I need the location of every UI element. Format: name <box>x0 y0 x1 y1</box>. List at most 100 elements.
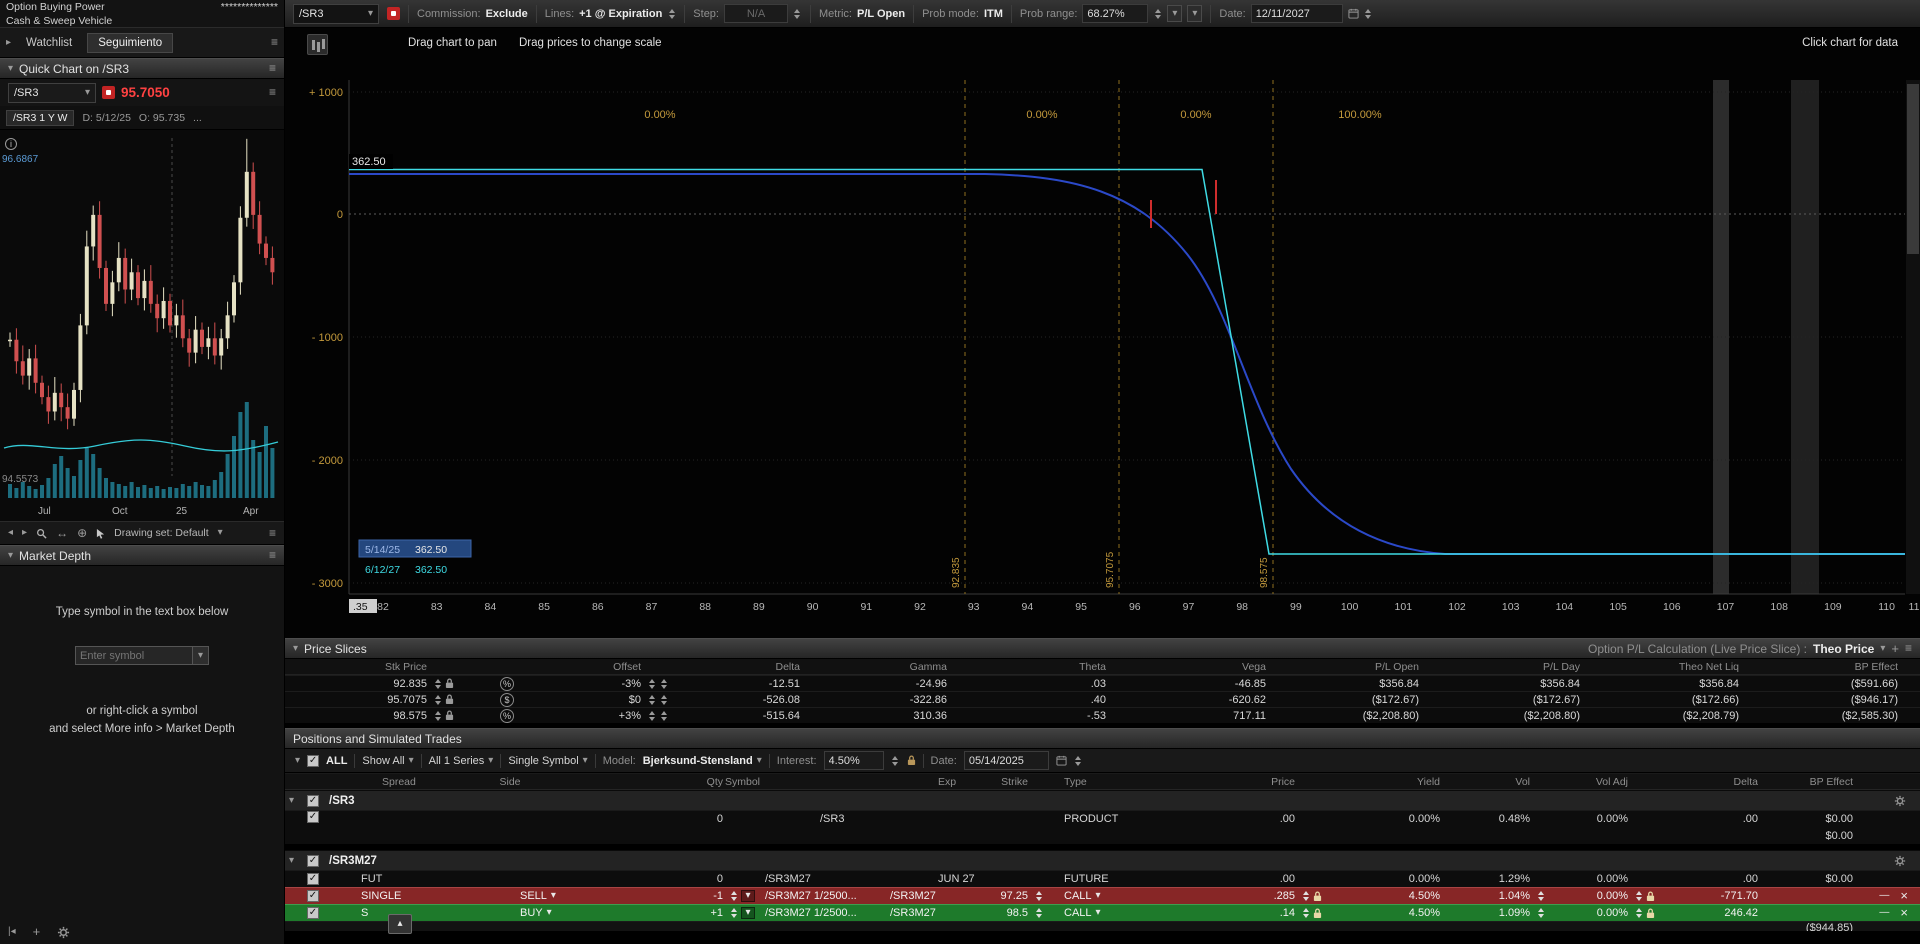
stepper-icon[interactable] <box>647 679 656 689</box>
minimize-trade-button[interactable] <box>1879 891 1889 901</box>
cell-strike[interactable]: 98.5 <box>980 907 1030 919</box>
dock-panel-icon[interactable] <box>8 927 16 937</box>
slice-price[interactable]: 92.835 <box>285 678 429 690</box>
remove-trade-button[interactable] <box>1900 889 1908 903</box>
remove-trade-button[interactable] <box>1900 906 1908 920</box>
metric-value[interactable]: P/L Open <box>857 8 905 20</box>
cell-type[interactable]: CALL <box>1052 890 1172 902</box>
cell-qty[interactable]: -1 <box>575 890 725 902</box>
symbol-select[interactable]: /SR3 <box>293 4 379 24</box>
row-checkbox[interactable] <box>307 907 319 919</box>
stepper-icon[interactable] <box>667 9 676 19</box>
prob-range-dropdown-button[interactable] <box>1167 5 1182 22</box>
stepper-icon[interactable] <box>647 711 656 721</box>
cell-option-desc[interactable]: /SR3M27 1/2500... <box>765 890 890 902</box>
cell-side[interactable]: BUY <box>445 907 575 919</box>
show-all-select[interactable]: Show All <box>362 755 413 767</box>
quickchart-menu-icon[interactable] <box>269 62 276 75</box>
cell-option-desc[interactable]: /SR3M27 1/2500... <box>765 907 890 919</box>
position-group-row[interactable]: /SR3M27 <box>285 850 1920 870</box>
cell-qty[interactable]: +1 <box>575 907 725 919</box>
slice-price[interactable]: 95.7075 <box>285 694 429 706</box>
symbol-mode-select[interactable]: Single Symbol <box>508 755 587 767</box>
cell-vol-adj[interactable]: 0.00% <box>1550 890 1630 902</box>
mini-chart[interactable]: 96.6867 94.5573 <box>0 130 284 505</box>
tab-seguimiento[interactable]: Seguimiento <box>87 33 173 53</box>
position-group-row[interactable]: /SR3 <box>285 790 1920 810</box>
stepper-icon[interactable] <box>793 9 802 19</box>
slice-offset[interactable]: -3% <box>530 678 643 690</box>
stepper-icon[interactable] <box>1034 891 1043 901</box>
drawing-set-label[interactable]: Drawing set: Default <box>114 527 209 539</box>
quickchart-settings-icon[interactable] <box>269 86 276 99</box>
price-slices-collapse-icon[interactable] <box>293 644 298 654</box>
slice-offset[interactable]: $0 <box>530 694 643 706</box>
slices-menu-icon[interactable] <box>1905 642 1912 655</box>
drawing-set-dropdown-icon[interactable] <box>218 528 223 538</box>
fit-width-icon[interactable] <box>56 527 68 540</box>
stepper-icon[interactable] <box>433 679 442 689</box>
row-checkbox[interactable] <box>307 890 319 902</box>
cell-vol-adj[interactable]: 0.00% <box>1550 907 1630 919</box>
all-checkbox[interactable] <box>307 755 319 767</box>
cursor-icon[interactable] <box>96 528 105 539</box>
group-checkbox[interactable] <box>307 855 319 867</box>
market-depth-menu-icon[interactable] <box>269 549 276 562</box>
prob-mode-value[interactable]: ITM <box>984 8 1003 20</box>
expand-strategy-button[interactable] <box>741 907 755 919</box>
row-checkbox[interactable] <box>307 811 319 823</box>
crosshair-icon[interactable] <box>77 527 87 540</box>
stepper-icon[interactable] <box>1364 9 1373 19</box>
stepper-icon[interactable] <box>1536 891 1545 901</box>
group-collapse-icon[interactable] <box>285 796 307 806</box>
stepper-icon[interactable] <box>1301 908 1310 918</box>
pan-right-icon[interactable] <box>22 528 27 538</box>
quickchart-collapse-icon[interactable] <box>8 64 13 74</box>
info-icon[interactable] <box>5 138 17 150</box>
watchlist-menu-icon[interactable] <box>271 36 278 49</box>
chart-period-tab[interactable]: /SR3 1 Y W <box>6 110 74 126</box>
gear-icon[interactable] <box>1894 855 1906 867</box>
risk-profile-chart[interactable]: + 1000 0 - 1000 - 2000 - 3000 0.00% 0.00… <box>285 28 1920 638</box>
lock-icon[interactable] <box>445 710 454 721</box>
expand-strategy-button[interactable] <box>741 890 755 902</box>
cell-price[interactable]: .285 <box>1172 890 1297 902</box>
step-input[interactable] <box>724 4 788 23</box>
stepper-icon[interactable] <box>729 908 738 918</box>
lock-icon[interactable] <box>1313 891 1322 902</box>
add-slice-button[interactable] <box>1891 642 1899 656</box>
calc-value[interactable]: Theo Price <box>1813 642 1874 656</box>
calendar-icon[interactable] <box>1056 755 1067 766</box>
gear-icon[interactable] <box>57 926 70 939</box>
lock-icon[interactable] <box>445 678 454 689</box>
stepper-icon[interactable] <box>1074 756 1083 766</box>
stepper-icon[interactable] <box>729 891 738 901</box>
offset-mode-chip[interactable]: $ <box>500 693 514 707</box>
stepper-icon[interactable] <box>1536 908 1545 918</box>
chart-scrollbar-thumb[interactable] <box>1907 84 1919 254</box>
series-select[interactable]: All 1 Series <box>429 755 494 767</box>
prob-range-dropdown-button[interactable] <box>1187 5 1202 22</box>
lock-icon[interactable] <box>1646 908 1655 919</box>
cell-strike[interactable]: 97.25 <box>980 890 1030 902</box>
commission-value[interactable]: Exclude <box>486 8 528 20</box>
gear-icon[interactable] <box>1894 795 1906 807</box>
lock-icon[interactable] <box>1646 891 1655 902</box>
stepper-icon[interactable] <box>433 695 442 705</box>
popout-button[interactable] <box>388 914 412 934</box>
tab-watchlist[interactable]: Watchlist <box>16 34 82 52</box>
offset-mode-chip[interactable]: % <box>500 677 514 691</box>
prob-range-input[interactable] <box>1082 4 1148 23</box>
stepper-icon[interactable] <box>659 711 668 721</box>
stepper-icon[interactable] <box>433 711 442 721</box>
symbol-input[interactable] <box>75 646 193 665</box>
watchlist-expand-icon[interactable] <box>6 38 11 48</box>
stepper-icon[interactable] <box>1634 891 1643 901</box>
interest-input[interactable] <box>824 751 884 770</box>
stepper-icon[interactable] <box>647 695 656 705</box>
price-slice-lines[interactable] <box>965 80 1273 594</box>
stepper-icon[interactable] <box>1034 908 1043 918</box>
zoom-icon[interactable] <box>36 528 47 539</box>
row-checkbox[interactable] <box>307 873 319 885</box>
group-checkbox[interactable] <box>307 795 319 807</box>
